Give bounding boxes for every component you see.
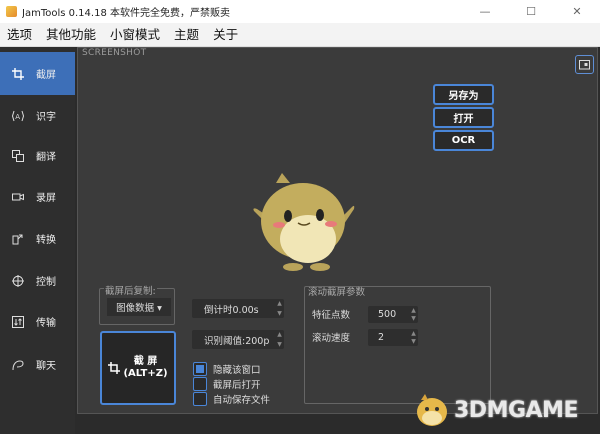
menu-theme[interactable]: 主题 [167,23,206,47]
sidebar-item-control[interactable]: 控制 [0,259,75,302]
menu-about[interactable]: 关于 [206,23,245,47]
watermark: 3DMGAME [412,390,578,430]
screenshot-shortcut: (ALT+Z) [123,368,168,379]
crosshair-icon [11,274,24,287]
auto-save-checkbox[interactable]: 自动保存文件 [193,392,270,406]
svg-text:A: A [15,113,20,121]
open-after-screenshot-checkbox[interactable]: 截屏后打开 [193,377,261,391]
countdown-value: 倒计时0.00s [204,304,259,316]
sidebar-item-screenshot[interactable]: 截屏 [0,52,75,95]
checkbox-icon[interactable] [193,377,207,391]
ocr-button[interactable]: OCR [433,130,494,151]
checkbox-icon[interactable] [193,362,207,376]
sidebar-item-label: 录屏 [36,193,56,204]
menu-options[interactable]: 选项 [0,23,39,47]
sidebar-item-label: 截屏 [36,70,56,81]
menu-other-functions[interactable]: 其他功能 [39,23,103,47]
open-button[interactable]: 打开 [433,107,494,128]
sidebar: 截屏 A 识字 翻译 录屏 转换 控制 传输 聊天 [0,47,75,434]
screenshot-panel: SCREENSHOT 另存为 打开 OCR 截屏后复制: 图像数据 ▾ 截 屏 … [77,47,598,414]
sidebar-item-label: 识字 [36,112,56,123]
crop-icon [108,362,121,374]
save-as-button[interactable]: 另存为 [433,84,494,105]
sidebar-item-convert[interactable]: 转换 [0,217,75,260]
video-camera-icon [11,190,24,203]
scroll-params-label: 滚动截屏参数 [308,287,366,298]
sidebar-item-record[interactable]: 录屏 [0,175,75,218]
checkbox-icon[interactable] [193,392,207,406]
translate-icon [11,149,24,162]
scroll-screenshot-params-group: 滚动截屏参数 特征点数 500 ▲ ▼ 滚动速度 2 ▲ ▼ [304,286,491,404]
watermark-logo [417,394,447,426]
chat-icon [11,358,24,371]
window-title: JamTools 0.14.18 本软件完全免费，严禁贩卖 [22,8,230,19]
auto-save-label: 自动保存文件 [213,395,271,406]
threshold-spinbox[interactable]: 识别阈值:200p ▲ ▼ [192,330,284,349]
app-icon [6,6,17,17]
menu-bar: 选项 其他功能 小窗模式 主题 关于 [0,23,600,47]
open-after-screenshot-label: 截屏后打开 [213,380,261,391]
feature-points-label: 特征点数 [312,310,351,321]
crop-icon [11,67,24,80]
screenshot-button-label: 截 屏 [133,356,158,367]
menu-mini-mode[interactable]: 小窗模式 [103,23,167,47]
hide-window-checkbox[interactable]: 隐藏该窗口 [193,362,261,376]
threshold-value: 识别阈值:200p [204,335,270,347]
transfer-icon [11,315,24,328]
close-button[interactable]: ✕ [554,0,600,23]
convert-icon [11,232,24,245]
title-bar: JamTools 0.14.18 本软件完全免费，严禁贩卖 — ☐ ✕ [0,0,600,23]
screenshot-label: SCREENSHOT [82,48,147,58]
pin-window-button[interactable] [575,55,594,74]
sidebar-item-chat[interactable]: 聊天 [0,343,75,386]
spin-arrows-icon[interactable]: ▲ ▼ [275,330,284,349]
spin-arrows-icon[interactable]: ▲ ▼ [409,306,418,323]
maximize-button[interactable]: ☐ [508,0,554,23]
copy-after-screenshot-group: 截屏后复制: 图像数据 ▾ [99,283,175,325]
sidebar-item-ocr[interactable]: A 识字 [0,94,75,137]
copy-format-select[interactable]: 图像数据 ▾ [107,298,171,316]
window-icon [579,60,590,70]
sidebar-item-label: 聊天 [36,361,56,372]
text-recognition-icon: A [11,109,24,122]
minimize-button[interactable]: — [462,0,508,23]
scroll-speed-spinbox[interactable]: 2 ▲ ▼ [368,329,418,346]
screenshot-button[interactable]: 截 屏 (ALT+Z) [100,331,176,405]
sidebar-item-label: 转换 [36,235,56,246]
sidebar-item-label: 翻译 [36,152,56,163]
feature-points-value: 500 [378,309,397,320]
hide-window-label: 隐藏该窗口 [213,365,261,376]
sidebar-item-transfer[interactable]: 传输 [0,300,75,343]
copy-after-screenshot-label: 截屏后复制: [104,283,157,297]
scroll-speed-label: 滚动速度 [312,333,351,344]
countdown-spinbox[interactable]: 倒计时0.00s ▲ ▼ [192,299,284,318]
feature-points-spinbox[interactable]: 500 ▲ ▼ [368,306,418,323]
sidebar-item-label: 控制 [36,277,56,288]
spin-arrows-icon[interactable]: ▲ ▼ [409,329,418,346]
sidebar-item-translate[interactable]: 翻译 [0,134,75,177]
sidebar-item-label: 传输 [36,318,56,329]
spin-arrows-icon[interactable]: ▲ ▼ [275,299,284,318]
mascot-image [253,173,355,271]
scroll-speed-value: 2 [378,332,385,343]
watermark-text: 3DMGAME [454,397,578,423]
